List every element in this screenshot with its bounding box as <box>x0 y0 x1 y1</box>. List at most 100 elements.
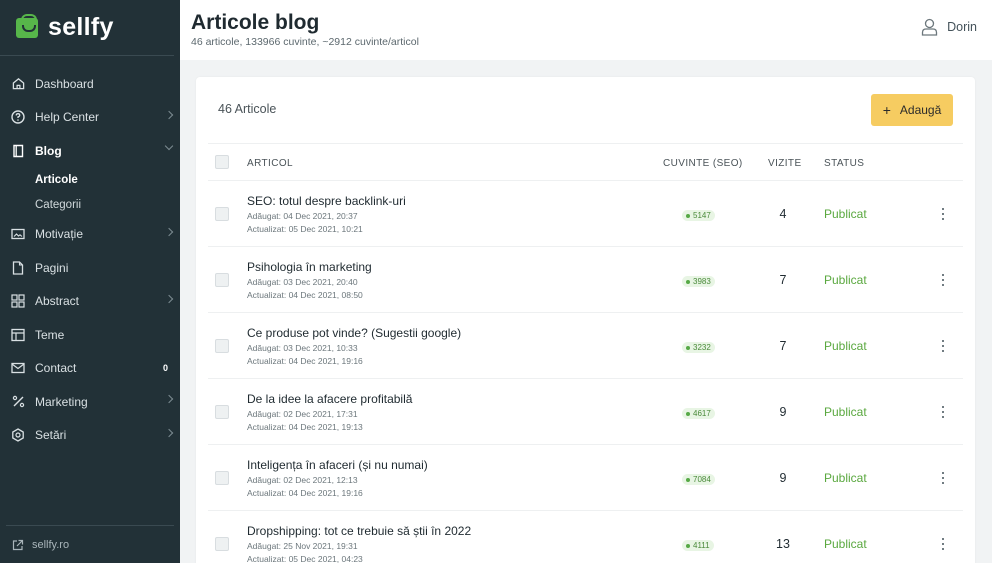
article-title[interactable]: De la idee la afacere profitabilă <box>247 392 412 406</box>
more-vertical-icon[interactable] <box>941 274 945 286</box>
sidebar-item-label: Blog <box>35 143 62 158</box>
article-updated-date: Actualizat: 05 Dec 2021, 10:21 <box>247 224 363 234</box>
status-badge: Publicat <box>824 339 867 353</box>
sidebar: sellfy Dashboard Help Center Blog Artico… <box>0 0 180 563</box>
row-checkbox[interactable] <box>215 207 229 221</box>
status-dot-icon <box>686 411 690 416</box>
row-checkbox[interactable] <box>215 537 229 551</box>
chevron-right-icon <box>164 110 174 119</box>
sidebar-footer-link[interactable]: sellfy.ro <box>6 525 174 563</box>
settings-icon <box>11 428 25 443</box>
seo-words-badge: 4617 <box>682 408 715 419</box>
sidebar-item-motivatie[interactable]: Motivație <box>0 218 180 252</box>
article-added-date: Adăugat: 04 Dec 2021, 20:37 <box>247 211 358 221</box>
row-checkbox[interactable] <box>215 339 229 353</box>
sidebar-footer-label: sellfy.ro <box>32 538 70 551</box>
article-visits: 4 <box>779 207 787 221</box>
seo-words-value: 4617 <box>693 409 711 418</box>
status-badge: Publicat <box>824 405 867 419</box>
seo-words-badge: 3983 <box>682 276 715 287</box>
media-icon <box>11 227 25 241</box>
articles-count: 46 Articole <box>218 102 277 116</box>
status-dot-icon <box>686 213 690 218</box>
article-updated-date: Actualizat: 04 Dec 2021, 19:16 <box>247 356 363 366</box>
seo-words-value: 3232 <box>693 343 711 352</box>
sidebar-item-setari[interactable]: Setări <box>0 419 180 453</box>
status-dot-icon <box>686 279 690 284</box>
more-vertical-icon[interactable] <box>941 340 945 352</box>
articles-card: 46 Articole + Adaugă ARTICOL CUVINTE (SE… <box>196 77 975 563</box>
table-row[interactable]: Psihologia în marketing Adăugat: 03 Dec … <box>208 247 963 313</box>
sidebar-item-blog[interactable]: Blog <box>0 134 180 168</box>
column-header-status[interactable]: STATUS <box>824 158 864 169</box>
home-icon <box>11 77 25 91</box>
column-header-words[interactable]: CUVINTE (SEO) <box>663 158 743 169</box>
article-visits: 9 <box>779 405 787 419</box>
article-updated-date: Actualizat: 04 Dec 2021, 08:50 <box>247 290 363 300</box>
article-title[interactable]: Ce produse pot vinde? (Sugestii google) <box>247 326 461 340</box>
brand[interactable]: sellfy <box>0 0 174 56</box>
row-checkbox[interactable] <box>215 405 229 419</box>
more-vertical-icon[interactable] <box>941 472 945 484</box>
contact-count-badge: 0 <box>162 363 168 374</box>
seo-words-value: 7084 <box>693 475 711 484</box>
sidebar-nav: Dashboard Help Center Blog Articole Cate… <box>0 56 180 452</box>
shopping-bag-icon <box>16 13 38 38</box>
plus-icon: + <box>882 102 891 118</box>
article-title[interactable]: SEO: totul despre backlink-uri <box>247 194 406 208</box>
table-row[interactable]: De la idee la afacere profitabilă Adăuga… <box>208 379 963 445</box>
article-title[interactable]: Psihologia în marketing <box>247 260 372 274</box>
sidebar-item-contact[interactable]: Contact 0 <box>0 352 180 386</box>
select-all-checkbox[interactable] <box>215 155 229 169</box>
user-menu[interactable]: Dorin <box>921 18 977 36</box>
sidebar-item-teme[interactable]: Teme <box>0 318 180 352</box>
article-visits: 13 <box>776 537 790 551</box>
add-article-button[interactable]: + Adaugă <box>871 94 953 126</box>
layout-icon <box>11 294 25 308</box>
sidebar-subitem-articole[interactable]: Articole <box>0 168 180 193</box>
article-updated-date: Actualizat: 05 Dec 2021, 04:23 <box>247 554 363 563</box>
chevron-right-icon <box>164 394 174 404</box>
sidebar-item-help-center[interactable]: Help Center <box>0 101 180 135</box>
seo-words-value: 3983 <box>693 277 711 286</box>
article-title[interactable]: Dropshipping: tot ce trebuie să știi în … <box>247 524 471 538</box>
mail-icon <box>11 361 25 375</box>
sidebar-item-dashboard[interactable]: Dashboard <box>0 67 180 101</box>
table-row[interactable]: Dropshipping: tot ce trebuie să știi în … <box>208 511 963 563</box>
seo-words-badge: 4111 <box>682 540 714 551</box>
article-added-date: Adăugat: 03 Dec 2021, 20:40 <box>247 277 358 287</box>
seo-words-value: 5147 <box>693 211 711 220</box>
seo-words-badge: 3232 <box>682 342 715 353</box>
top-header: Articole blog 46 articole, 133966 cuvint… <box>180 0 992 60</box>
row-checkbox[interactable] <box>215 471 229 485</box>
column-header-visits[interactable]: VIZITE <box>768 158 802 169</box>
column-header-article[interactable]: ARTICOL <box>247 158 293 169</box>
sidebar-item-label: Marketing <box>35 394 88 409</box>
row-checkbox[interactable] <box>215 273 229 287</box>
seo-words-badge: 7084 <box>682 474 715 485</box>
sidebar-subitem-categorii[interactable]: Categorii <box>0 193 180 218</box>
add-button-label: Adaugă <box>899 103 942 117</box>
chevron-right-icon <box>164 294 174 303</box>
more-vertical-icon[interactable] <box>941 406 945 418</box>
seo-words-badge: 5147 <box>682 210 715 221</box>
table-row[interactable]: SEO: totul despre backlink-uri Adăugat: … <box>208 181 963 247</box>
table-row[interactable]: Ce produse pot vinde? (Sugestii google) … <box>208 313 963 379</box>
status-badge: Publicat <box>824 537 867 551</box>
sidebar-item-label: Contact <box>35 361 77 376</box>
user-icon <box>921 18 939 36</box>
chevron-right-icon <box>164 428 174 437</box>
sidebar-item-marketing[interactable]: Marketing <box>0 385 180 419</box>
percent-icon <box>11 395 25 409</box>
sidebar-item-label: Pagini <box>35 260 69 275</box>
sidebar-item-pagini[interactable]: Pagini <box>0 251 180 285</box>
status-badge: Publicat <box>824 207 867 221</box>
article-title[interactable]: Inteligența în afaceri (și nu numai) <box>247 458 428 472</box>
article-updated-date: Actualizat: 04 Dec 2021, 19:13 <box>247 422 363 432</box>
chevron-down-icon <box>164 141 174 151</box>
more-vertical-icon[interactable] <box>941 208 945 220</box>
more-vertical-icon[interactable] <box>941 538 945 550</box>
table-row[interactable]: Inteligența în afaceri (și nu numai) Adă… <box>208 445 963 511</box>
sidebar-item-abstract[interactable]: Abstract <box>0 285 180 319</box>
sidebar-item-label: Dashboard <box>35 76 94 91</box>
